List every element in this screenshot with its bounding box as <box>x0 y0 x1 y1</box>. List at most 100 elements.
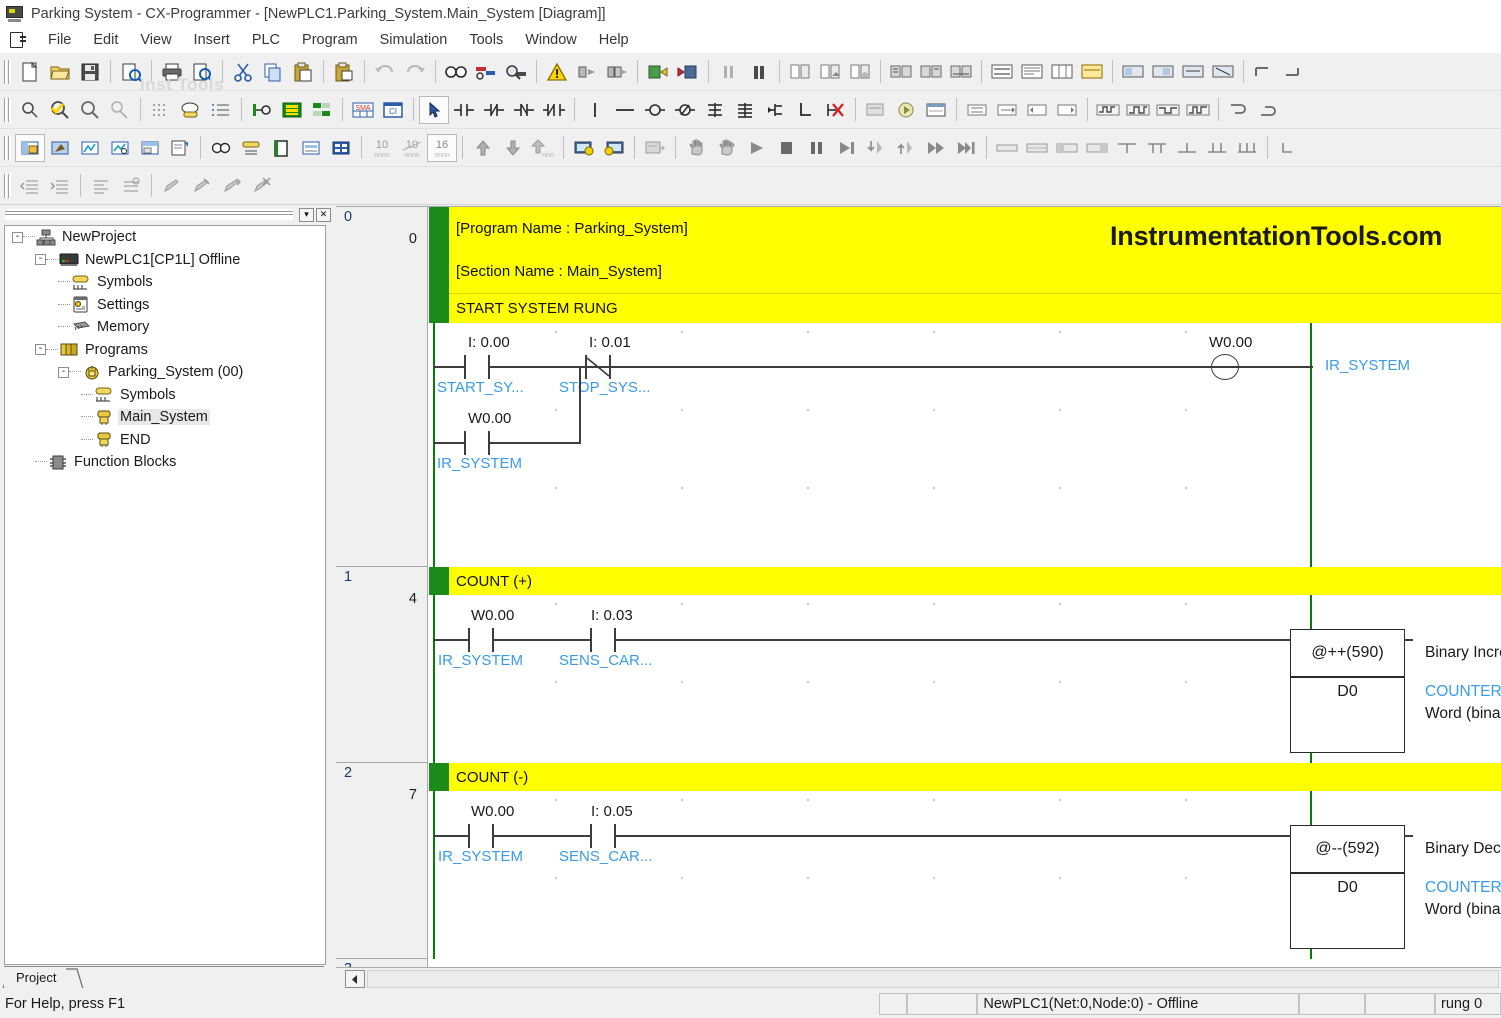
toolbar-grip[interactable] <box>3 135 12 161</box>
list-stack-icon[interactable] <box>116 172 146 200</box>
preview-icon[interactable] <box>187 58 217 86</box>
online-edit-send-icon[interactable] <box>946 58 976 86</box>
chart-view-icon[interactable] <box>75 134 105 162</box>
window-split-icon[interactable] <box>135 134 165 162</box>
run-to-end-icon[interactable] <box>951 134 981 162</box>
step-out-icon[interactable] <box>891 134 921 162</box>
rung-0[interactable]: 0 0 [Program Name : Parking_System] [Sec… <box>336 207 1501 567</box>
horizontal-scrollbar[interactable] <box>336 967 1501 990</box>
compile-program-icon[interactable] <box>572 58 602 86</box>
find-icon[interactable] <box>441 58 471 86</box>
ci-window-icon[interactable]: CI <box>378 96 408 124</box>
watch-window-icon[interactable] <box>921 96 951 124</box>
menu-edit[interactable]: Edit <box>82 30 129 50</box>
print-icon[interactable] <box>157 58 187 86</box>
contact-no-ir-system[interactable] <box>468 628 494 652</box>
online-edit-begin-icon[interactable] <box>886 58 916 86</box>
contact-no-ir-system-seal[interactable] <box>464 431 490 455</box>
rung-body[interactable]: COUNT (+) W0.00 IR_SYSTEM I: 0.03 <box>429 567 1501 763</box>
pl-setup-icon[interactable] <box>1224 96 1254 124</box>
rung-comment-section-name[interactable]: [Section Name : Main_System] <box>449 250 1501 293</box>
simulation-pause-hand-icon[interactable] <box>681 134 711 162</box>
copy-icon[interactable] <box>258 58 288 86</box>
display-set-icon[interactable] <box>1082 134 1112 162</box>
new-file-icon[interactable] <box>15 58 45 86</box>
io-comment-icon[interactable] <box>1183 96 1213 124</box>
transfer-from-plc-icon[interactable] <box>673 58 703 86</box>
chart-compare-icon[interactable] <box>105 134 135 162</box>
coil-icon[interactable] <box>640 96 670 124</box>
force-off-icon[interactable] <box>1208 58 1238 86</box>
close-icon[interactable]: ✕ <box>316 208 331 222</box>
toolbar-grip[interactable] <box>3 173 12 199</box>
rung-2[interactable]: 2 7 COUNT (-) W0.00 <box>336 763 1501 959</box>
paste-icon[interactable] <box>288 58 318 86</box>
print-preview-page-icon[interactable] <box>116 58 146 86</box>
mnemonic-toggle-icon[interactable] <box>1254 96 1284 124</box>
work-online-icon[interactable] <box>569 134 599 162</box>
run-icon[interactable] <box>741 134 771 162</box>
undo-icon[interactable] <box>370 58 400 86</box>
tree-node-function-blocks[interactable]: Function Blocks <box>5 451 325 474</box>
instruction-block-icon[interactable] <box>730 96 760 124</box>
jump-end-icon[interactable] <box>1052 96 1082 124</box>
view-mnemonic-icon[interactable] <box>1017 58 1047 86</box>
instruction-block-increment[interactable]: @++(590) D0 <box>1290 629 1405 753</box>
step-icon[interactable] <box>831 134 861 162</box>
arrow-left-icon[interactable] <box>345 970 365 988</box>
display-differential-icon[interactable] <box>1052 134 1082 162</box>
toolbar-grip[interactable] <box>3 59 12 85</box>
contact-no-start-system[interactable] <box>464 355 490 379</box>
view-symbols-icon[interactable] <box>1077 58 1107 86</box>
contact-no-sens-car[interactable] <box>590 628 616 652</box>
tree-node-memory[interactable]: Memory <box>5 316 325 339</box>
expander-icon[interactable]: - <box>35 344 46 355</box>
rung-comment-title[interactable]: START SYSTEM RUNG <box>449 293 1501 323</box>
replace-icon[interactable] <box>471 58 501 86</box>
redo-icon[interactable] <box>400 58 430 86</box>
symbols-view-icon[interactable] <box>236 134 266 162</box>
pause-step-icon[interactable] <box>714 58 744 86</box>
contact-no-sens-car[interactable] <box>590 824 616 848</box>
horizontal-line-icon[interactable] <box>610 96 640 124</box>
contact-nc-stop-system[interactable] <box>585 355 611 379</box>
tree-node-settings[interactable]: Settings <box>5 294 325 317</box>
view-grid-icon[interactable] <box>1047 58 1077 86</box>
save-icon[interactable] <box>75 58 105 86</box>
compare-program-icon[interactable] <box>815 58 845 86</box>
indent-increase-icon[interactable] <box>45 172 75 200</box>
pause-icon[interactable] <box>801 134 831 162</box>
pen-merge-icon[interactable] <box>217 172 247 200</box>
work-online-sim-icon[interactable] <box>599 134 629 162</box>
toggle-bit-icon[interactable] <box>1118 58 1148 86</box>
display-bit-icon[interactable] <box>992 134 1022 162</box>
display-word-icon[interactable] <box>1022 134 1052 162</box>
menu-program[interactable]: Program <box>291 30 369 50</box>
function-block-icon[interactable] <box>760 96 790 124</box>
select-pointer-icon[interactable] <box>419 96 449 124</box>
jump-next-icon[interactable] <box>992 96 1022 124</box>
align-2-icon[interactable] <box>1142 134 1172 162</box>
run-diagram-icon[interactable] <box>45 134 75 162</box>
coil-inverted-icon[interactable] <box>670 96 700 124</box>
cross-reference-icon[interactable] <box>307 96 337 124</box>
project-tree[interactable]: - NewProject - NewPLC1[CP1L] Offline <box>4 225 326 965</box>
corner-bracket-icon[interactable] <box>1273 134 1303 162</box>
compare-memory-icon[interactable] <box>845 58 875 86</box>
zoom-in-icon[interactable] <box>105 96 135 124</box>
time-chart-icon[interactable] <box>1123 96 1153 124</box>
contact-nc-diff-icon[interactable] <box>539 96 569 124</box>
align-1-icon[interactable] <box>1112 134 1142 162</box>
contact-no-icon[interactable] <box>449 96 479 124</box>
zoom-fit-icon[interactable] <box>45 96 75 124</box>
cross-ref-popup-icon[interactable] <box>206 134 236 162</box>
menu-help[interactable]: Help <box>588 30 640 50</box>
symbol-table-icon[interactable] <box>277 96 307 124</box>
tree-node-end[interactable]: END <box>5 429 325 452</box>
search-replace-all-icon[interactable] <box>501 58 531 86</box>
zoom-icon[interactable] <box>15 96 45 124</box>
expander-icon[interactable]: - <box>35 254 46 265</box>
instruction-icon[interactable] <box>700 96 730 124</box>
jump-start-icon[interactable] <box>1022 96 1052 124</box>
signed-10-icon[interactable]: 10nnnn <box>397 134 427 162</box>
